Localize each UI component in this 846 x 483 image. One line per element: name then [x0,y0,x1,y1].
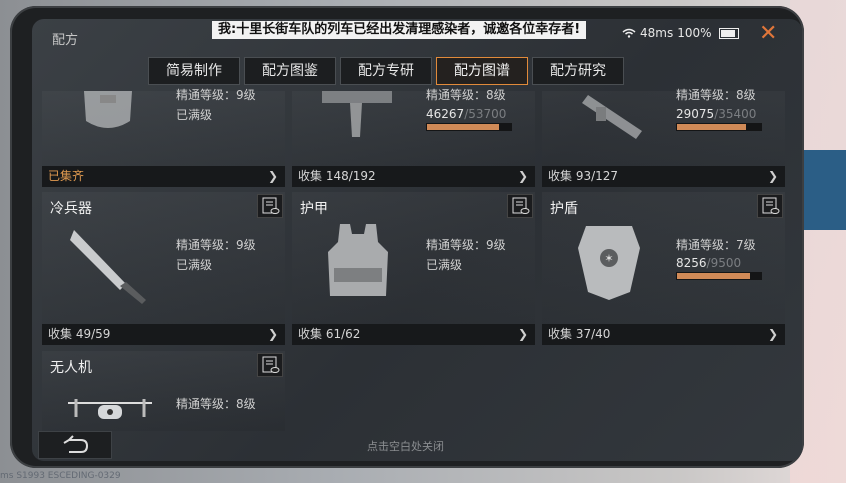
mastery-level: 精通等级：9级 [426,238,506,252]
collection-text: 收集 148/192 [298,169,376,183]
mastery-progress-bar [676,123,762,131]
drone-icon [68,399,152,419]
tab-bar: 简易制作 配方图鉴 配方专研 配方图谱 配方研究 [148,57,624,85]
chevron-right-icon: ❯ [767,327,778,341]
collection-text: 收集 93/127 [548,169,619,183]
machete-icon [70,230,146,304]
battery-text: 100% [677,26,712,40]
top-bar: 配方 我:十里长街车队的列车已经出发清理感染者，诚邀各位幸存者! 48ms 10… [32,19,802,53]
collection-bar[interactable]: 收集 61/62 ❯ [292,324,535,345]
back-arrow-icon [63,435,89,453]
launcher-icon [582,95,642,139]
tab-recipe-codex[interactable]: 配方图鉴 [244,57,336,85]
chevron-right-icon: ❯ [517,327,528,341]
tab-recipe-research[interactable]: 配方研究 [532,57,624,85]
tab-recipe-study[interactable]: 配方专研 [340,57,432,85]
card-title: 护盾 [550,201,578,217]
chevron-right-icon: ❯ [767,169,778,183]
broadcast-marquee: 我:十里长街车队的列车已经出发清理感染者，诚邀各位幸存者! [212,21,587,39]
mastery-progress-bar [676,272,762,280]
battery-icon [718,27,739,39]
tab-recipe-atlas[interactable]: 配方图谱 [436,57,528,85]
back-button[interactable] [38,431,112,459]
gun-icon [322,91,392,137]
recipe-card[interactable]: 精通等级：9级 已满级 已集齐 ❯ [42,88,285,187]
tab-simple-craft[interactable]: 简易制作 [148,57,240,85]
collection-bar[interactable]: 收集 93/127 ❯ [542,166,785,187]
recipe-card[interactable]: 精通等级：8级 29075/35400 收集 93/127 ❯ [542,88,785,187]
mastery-progress-bar [426,123,512,131]
mastery-level: 精通等级：9级 [176,88,256,102]
tap-to-close-hint: 点击空白处关闭 [367,440,444,453]
recipe-card[interactable]: 精通等级：8级 46267/53700 收集 148/192 ❯ [292,88,535,187]
codex-book-icon[interactable] [257,194,283,218]
card-title: 冷兵器 [50,201,92,217]
ping-text: 48ms [640,26,674,40]
collection-text: 已集齐 [48,169,85,183]
mastery-level: 精通等级：9级 [176,238,256,252]
mastery-progress-text: 29075/35400 [676,107,757,121]
chevron-right-icon: ❯ [267,327,278,341]
wifi-icon [622,28,636,38]
max-level-text: 已满级 [176,108,213,122]
mastery-level: 精通等级：8级 [676,88,756,102]
watermark-text: ms S1993 ESCEDING-0329 [0,471,121,481]
recipe-window: 配方 我:十里长街车队的列车已经出发清理感染者，诚邀各位幸存者! 48ms 10… [32,19,802,461]
mastery-progress-text: 8256/9500 [676,256,742,270]
collection-bar[interactable]: 收集 148/192 ❯ [292,166,535,187]
armor-vest-icon [328,224,388,296]
shield-icon: ✶ [578,226,640,300]
chevron-right-icon: ❯ [267,169,278,183]
close-icon[interactable]: ✕ [759,21,777,46]
mastery-level: 精通等级：7级 [676,238,756,252]
collection-text: 收集 61/62 [298,327,361,341]
collection-text: 收集 49/59 [48,327,111,341]
collection-bar[interactable]: 已集齐 ❯ [42,166,285,187]
codex-book-icon[interactable] [507,194,533,218]
recipe-card[interactable]: 护盾 ✶ 精通等级：7级 8256/9500 收集 37/40 ❯ [542,192,785,345]
recipe-grid: 精通等级：9级 已满级 已集齐 ❯ 精通等级：8级 46267/53700 收集… [42,88,796,431]
collection-text: 收集 37/40 [548,327,611,341]
device-frame: 配方 我:十里长街车队的列车已经出发清理感染者，诚邀各位幸存者! 48ms 10… [10,6,804,468]
codex-book-icon[interactable] [757,194,783,218]
window-title: 配方 [52,33,79,48]
mastery-level: 精通等级：8级 [176,397,256,411]
svg-text:✶: ✶ [604,252,613,265]
card-title: 无人机 [50,360,92,376]
collection-bar[interactable]: 收集 37/40 ❯ [542,324,785,345]
recipe-card[interactable]: 护甲 精通等级：9级 已满级 收集 61/62 ❯ [292,192,535,345]
max-level-text: 已满级 [176,258,213,272]
chevron-right-icon: ❯ [517,169,528,183]
mastery-progress-text: 46267/53700 [426,107,507,121]
recipe-card[interactable]: 冷兵器 精通等级：9级 已满级 收集 49/59 ❯ [42,192,285,345]
backpack-icon [84,91,132,128]
max-level-text: 已满级 [426,258,463,272]
mastery-level: 精通等级：8级 [426,88,506,102]
collection-bar[interactable]: 收集 49/59 ❯ [42,324,285,345]
recipe-card[interactable]: 无人机 精通等级：8级 [42,351,285,431]
status-bar: 48ms 100% [622,26,739,40]
card-title: 护甲 [300,201,328,217]
codex-book-icon[interactable] [257,353,283,377]
